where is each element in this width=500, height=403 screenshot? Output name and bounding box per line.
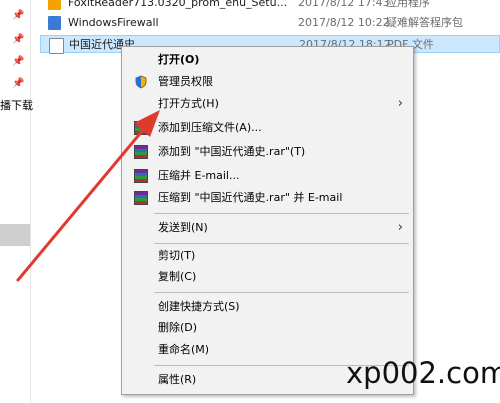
file-name: WindowsFirewall	[68, 16, 159, 29]
menu-separator	[154, 243, 409, 244]
navigation-pane: 📌 📌 📌 📌 播下载	[0, 0, 33, 403]
winrar-icon	[134, 169, 148, 183]
menu-item-send-to[interactable]: 发送到(N) ›	[124, 217, 411, 239]
menu-item-add-to-rar[interactable]: 添加到 "中国近代通史.rar"(T)	[124, 141, 411, 163]
menu-item-compress-rar-email[interactable]: 压缩到 "中国近代通史.rar" 并 E-mail	[124, 187, 411, 209]
troubleshooter-icon	[48, 16, 61, 30]
pin-icon[interactable]: 📌	[12, 56, 24, 68]
file-date: 2017/8/12 10:22	[298, 16, 390, 29]
pin-icon[interactable]: 📌	[12, 78, 24, 90]
file-type: 疑难解答程序包	[386, 16, 463, 29]
menu-item-run-as-admin[interactable]: 管理员权限	[124, 71, 411, 93]
winrar-icon	[134, 145, 148, 159]
menu-separator	[154, 292, 409, 293]
menu-item-add-to-archive[interactable]: 添加到压缩文件(A)...	[124, 117, 411, 139]
chevron-right-icon: ›	[397, 96, 403, 111]
menu-item-open-with[interactable]: 打开方式(H) ›	[124, 93, 411, 115]
list-item[interactable]: FoxitReader713.0320_prom_enu_Setu... 201…	[40, 0, 500, 12]
pin-icon[interactable]: 📌	[12, 34, 24, 46]
chevron-right-icon: ›	[397, 220, 403, 235]
sidebar-item-downloads[interactable]: 播下载	[0, 97, 33, 113]
list-item[interactable]: WindowsFirewall 2017/8/12 10:22 疑难解答程序包	[40, 14, 500, 32]
menu-item-open[interactable]: 打开(O)	[124, 49, 411, 71]
foxit-setup-icon	[48, 0, 61, 10]
watermark: xp002.com	[346, 356, 500, 390]
menu-separator	[154, 213, 409, 214]
menu-item-cut[interactable]: 剪切(T)	[124, 245, 411, 267]
winrar-icon	[134, 191, 148, 205]
context-menu: 打开(O) 管理员权限 打开方式(H) › 添加到压缩文件(A)... 添加到 …	[121, 46, 414, 395]
pdf-file-icon	[49, 38, 64, 54]
file-date: 2017/8/12 17:43	[298, 0, 390, 9]
file-name: FoxitReader713.0320_prom_enu_Setu...	[68, 0, 288, 9]
menu-item-compress-email[interactable]: 压缩并 E-mail...	[124, 165, 411, 187]
file-type: 应用程序	[386, 0, 430, 9]
sidebar-selected-item[interactable]	[0, 224, 30, 246]
winrar-icon	[134, 121, 148, 135]
menu-item-copy[interactable]: 复制(C)	[124, 266, 411, 288]
shield-icon	[135, 75, 147, 89]
pin-icon[interactable]: 📌	[12, 10, 24, 22]
menu-item-create-shortcut[interactable]: 创建快捷方式(S)	[124, 296, 411, 318]
menu-item-delete[interactable]: 删除(D)	[124, 317, 411, 339]
